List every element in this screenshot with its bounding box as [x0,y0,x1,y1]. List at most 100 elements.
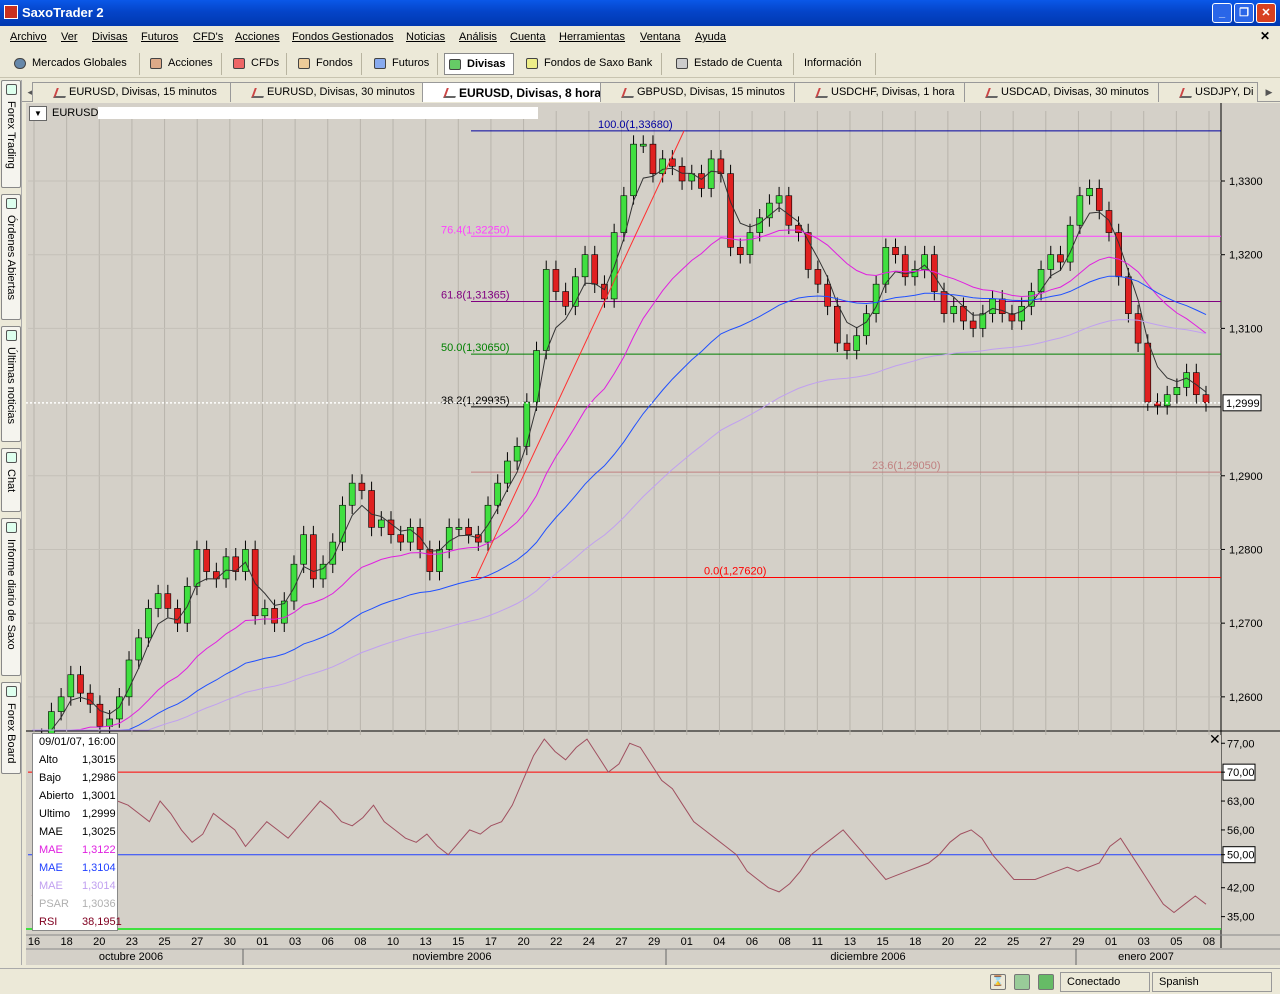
sidebar-tab-ultimas-noticias[interactable]: Últimas noticias [1,326,21,442]
toolbar-futuros[interactable]: Futuros [370,53,438,75]
date-tick-label: 16 [28,936,40,948]
candle-body [756,217,763,233]
sidebar-label: Chat [5,469,17,493]
date-tick-label: 25 [158,936,170,948]
date-tick-label: 20 [942,936,954,948]
info-key: Ultimo [39,808,71,820]
toolbar-estado-cuenta[interactable]: Estado de Cuenta [672,53,794,75]
candle-body [513,445,521,462]
candle-body [843,342,851,351]
date-tick-label: 11 [812,936,823,948]
tab-label: EURUSD, Divisas, 30 minutos [267,86,415,98]
menu-noticias[interactable]: Noticias [406,31,445,43]
tab-label: USDJPY, Di [1195,86,1254,98]
tab-eurusd-8h[interactable]: EURUSD, Divisas, 8 horas [422,82,602,102]
candle-body [135,637,143,661]
rsi-close-icon[interactable]: ✕ [1209,732,1221,748]
candle-body [465,527,472,536]
candle-body [377,519,385,528]
menu-analisis[interactable]: Análisis [459,31,497,43]
candle-body [96,703,104,727]
toolbar-informacion[interactable]: Información [800,53,876,75]
candle-body [77,674,84,694]
candle-body [436,549,443,572]
info-key: Abierto [39,790,74,802]
toolbar: Mercados Globales Acciones CFDs Fondos F… [0,50,1280,78]
close-icon[interactable]: ✕ [1256,3,1276,23]
menu-ver[interactable]: Ver [61,31,78,43]
menu-cuenta[interactable]: Cuenta [510,31,545,43]
candle-body [979,313,987,329]
language-status: Spanish [1152,972,1272,992]
mdi-close-icon[interactable]: ✕ [1260,29,1270,43]
candle-body [814,269,822,285]
candle-body [67,674,75,698]
sidebar-tab-informe-diario[interactable]: Informe diario de Saxo [1,518,21,676]
candle-body [416,527,424,550]
candle-body [698,173,705,189]
globe-icon [14,58,26,69]
data-info-box: 09/01/07, 16:00 Alto 1,3015 Bajo 1,2986 Abier… [32,733,122,931]
tab-eurusd-15m[interactable]: EURUSD, Divisas, 15 minutos [32,82,232,102]
tab-usdjpy[interactable]: USDJPY, Di [1158,82,1258,102]
menu-ayuda[interactable]: Ayuda [695,31,726,43]
info-key: Alto [39,754,58,766]
toolbar-fondos[interactable]: Fondos [294,53,362,75]
price-chart[interactable]: 16 18 20 23 25 27 30 01 03 06 08 10 13 15 17 20 22 24 27 29… [26,103,1280,965]
date-tick-label: 13 [420,936,432,948]
toolbar-fondos-saxo[interactable]: Fondos de Saxo Bank [522,53,662,75]
menu-ventana[interactable]: Ventana [640,31,680,43]
menu-cfds[interactable]: CFD's [193,31,223,43]
candle-body [1105,210,1113,233]
window-title: SaxoTrader 2 [22,5,104,20]
price-tick-label: 1,3200 [1229,250,1263,262]
tab-eurusd-30m[interactable]: EURUSD, Divisas, 30 minutos [230,82,424,102]
restore-icon[interactable]: ❐ [1234,3,1254,23]
tab-label: GBPUSD, Divisas, 15 minutos [637,86,785,98]
menu-futuros[interactable]: Futuros [141,31,178,43]
tab-gbpusd-15m[interactable]: GBPUSD, Divisas, 15 minutos [600,82,796,102]
toolbar-acciones[interactable]: Acciones [146,53,222,75]
funds-icon [298,58,310,69]
symbol-dropdown-icon[interactable]: ▼ [29,106,47,121]
sidebar-tab-ordenes-abiertas[interactable]: Órdenes Abiertas [1,194,21,320]
info-value: 1,3014 [82,880,116,892]
candle-body [892,247,899,255]
toolbar-mercados-globales[interactable]: Mercados Globales [10,53,140,75]
tab-usdcad-30m[interactable]: USDCAD, Divisas, 30 minutos [964,82,1160,102]
sidebar-tab-forex-board[interactable]: Forex Board [1,682,21,774]
symbol-label: EURUSD [52,107,99,119]
menu-herramientas[interactable]: Herramientas [559,31,625,43]
chart-area[interactable]: 16 18 20 23 25 27 30 01 03 06 08 10 13 15 17 20 22 24 27 29… [26,103,1280,965]
info-key: MAE [39,844,63,856]
toolbar-cfds[interactable]: CFDs [229,53,287,75]
menu-acciones[interactable]: Acciones [235,31,280,43]
date-tick-label: 01 [256,936,268,948]
symbol-input[interactable] [98,107,538,119]
info-row: MAE 1,3025 [39,824,119,842]
menu-archivo[interactable]: Archivo [10,31,47,43]
candle-body [562,291,569,307]
minimize-icon[interactable]: _ [1212,3,1232,23]
tab-scroll-right-icon[interactable]: ▶ [1262,84,1276,100]
month-label: octubre 2006 [99,951,163,963]
account-icon [676,58,688,69]
menu-fondos-gestionados[interactable]: Fondos Gestionados [292,31,394,43]
candle-body [222,556,230,580]
candle-body [1095,188,1103,211]
price-tick-label: 1,2800 [1229,544,1263,556]
sidebar-label: Últimas noticias [5,347,17,425]
toolbar-divisas[interactable]: Divisas [444,53,514,75]
menu-divisas[interactable]: Divisas [92,31,127,43]
candle-body [746,232,754,255]
date-tick-label: 18 [909,936,921,948]
candle-body [426,549,434,572]
candle-body [1144,342,1152,403]
info-key: MAE [39,880,63,892]
toolbar-label: Divisas [467,58,506,70]
sidebar-tab-chat[interactable]: Chat [1,448,21,512]
sidebar-tab-forex-trading[interactable]: Forex Trading [1,80,21,188]
info-row: PSAR 1,3036 [39,896,119,914]
tab-usdchf-1h[interactable]: USDCHF, Divisas, 1 hora [794,82,966,102]
date-tick-label: 23 [126,936,138,948]
